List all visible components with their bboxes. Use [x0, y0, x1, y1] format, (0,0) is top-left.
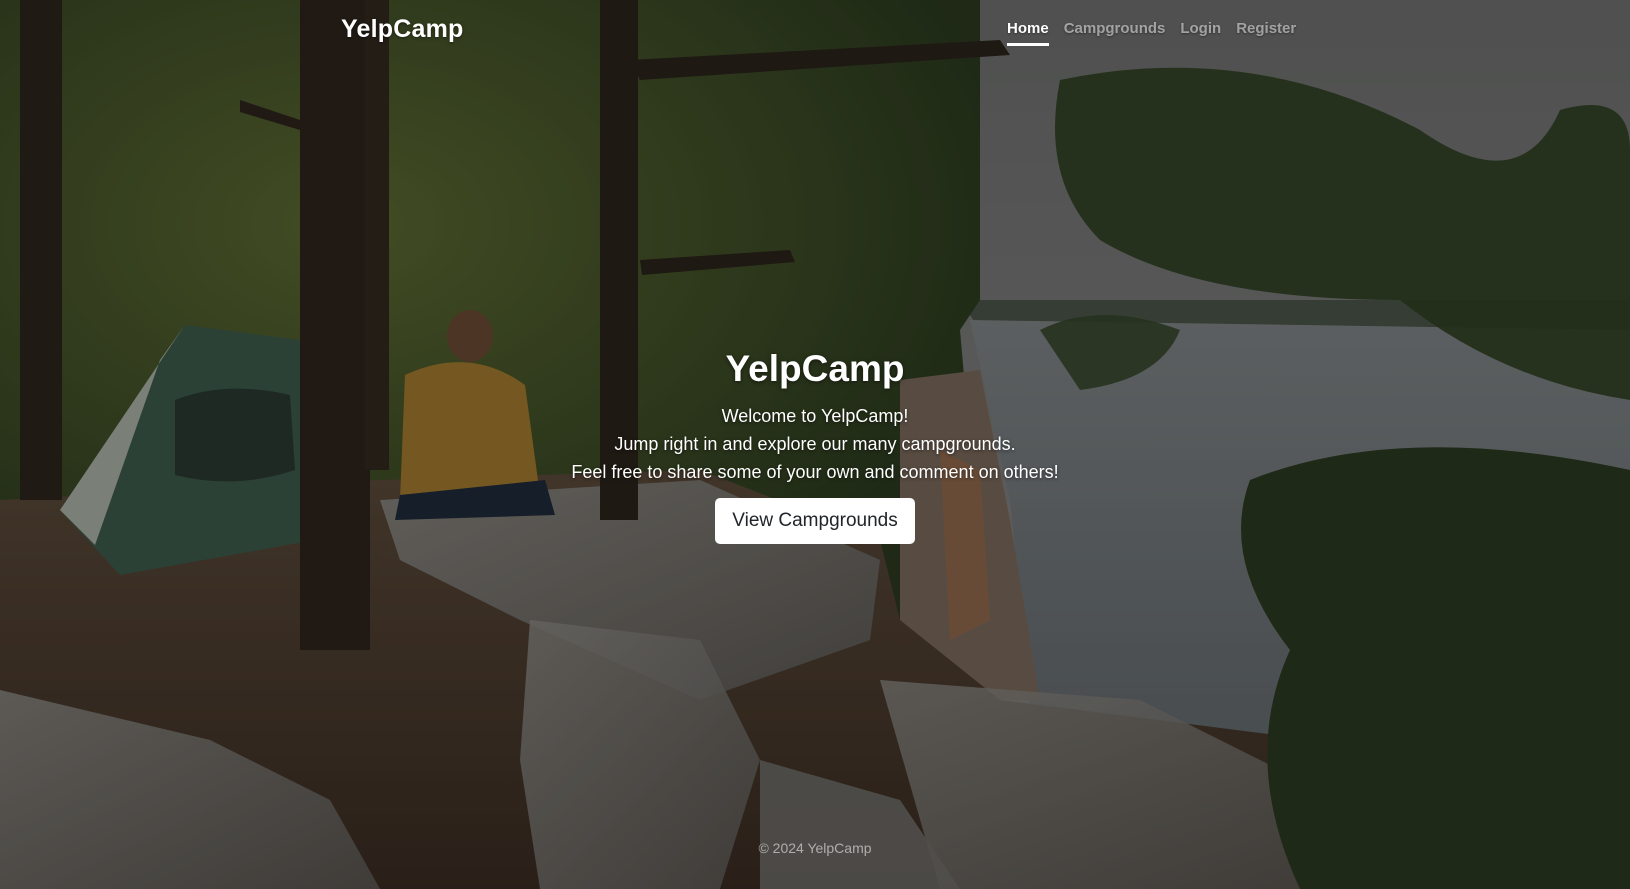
- nav-link-home[interactable]: Home: [1007, 20, 1049, 46]
- brand-logo[interactable]: YelpCamp: [341, 15, 463, 44]
- view-campgrounds-button[interactable]: View Campgrounds: [715, 498, 915, 544]
- copyright-text: © 2024 YelpCamp: [758, 840, 872, 856]
- page-footer: © 2024 YelpCamp: [0, 840, 1630, 856]
- landing-page: YelpCamp Home Campgrounds Login Register…: [0, 0, 1630, 889]
- hero-welcome-text: Welcome to YelpCamp!: [721, 406, 909, 426]
- hero-section: YelpCamp Welcome to YelpCamp! Jump right…: [0, 345, 1630, 544]
- hero-title: YelpCamp: [725, 348, 905, 389]
- nav-link-register[interactable]: Register: [1236, 20, 1296, 46]
- nav-link-login[interactable]: Login: [1180, 20, 1221, 46]
- top-navbar: YelpCamp Home Campgrounds Login Register: [0, 0, 1630, 64]
- hero-explore-text: Jump right in and explore our many campg…: [614, 434, 1016, 454]
- main-nav: Home Campgrounds Login Register: [1007, 20, 1296, 46]
- nav-link-campgrounds[interactable]: Campgrounds: [1064, 20, 1166, 46]
- hero-share-text: Feel free to share some of your own and …: [571, 462, 1059, 482]
